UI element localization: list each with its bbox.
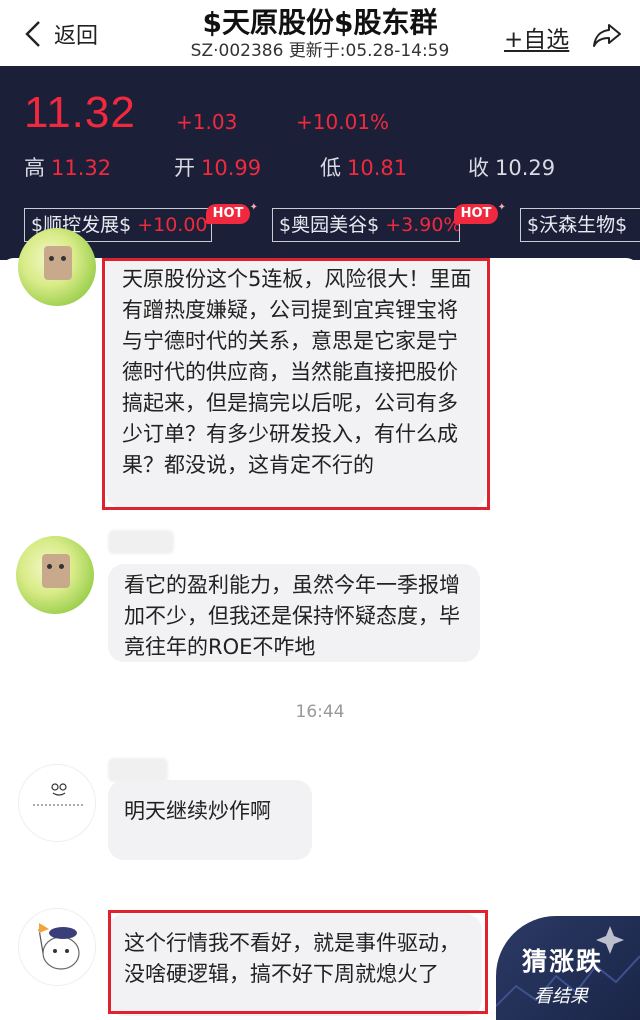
message-bubble: 明天继续炒作啊 — [108, 780, 312, 860]
hot-stock-chip[interactable]: $奥园美谷$ +3.90% — [272, 208, 460, 242]
user-avatar[interactable] — [18, 908, 96, 986]
user-avatar[interactable] — [18, 764, 96, 842]
chevron-left-icon — [25, 21, 40, 47]
chat-timestamp: 16:44 — [295, 702, 345, 722]
message-text: 明天继续炒作啊 — [124, 799, 271, 823]
stat-open-label: 开 — [174, 156, 195, 180]
page-subtitle: SZ·002386 更新于:05.28-14:59 — [190, 41, 450, 61]
highlight-box — [102, 258, 490, 510]
username-blurred — [108, 758, 168, 782]
nav-header: 返回 $天原股份$股东群 SZ·002386 更新于:05.28-14:59 +… — [0, 0, 640, 66]
price-change: +1.03 — [176, 110, 238, 134]
hot-badge: HOT — [206, 198, 258, 224]
hamster-avatar-icon — [38, 923, 80, 970]
stat-close: 收 10.29 — [468, 152, 555, 182]
back-button[interactable]: 返回 — [22, 18, 98, 50]
user-avatar[interactable] — [16, 536, 94, 614]
guess-rise-fall-badge[interactable]: 猜涨跌 看结果 — [496, 916, 640, 1020]
hot-stock-name: $沃森生物$ — [527, 214, 628, 236]
doodle-avatar-icon — [33, 783, 83, 806]
stat-low: 低 10.81 — [320, 152, 407, 182]
badge-subtitle: 看结果 — [534, 986, 588, 1007]
price-change-pct: +10.01% — [296, 110, 390, 134]
badge-title: 猜涨跌 — [522, 947, 604, 976]
stat-close-label: 收 — [468, 156, 489, 180]
stat-open: 开 10.99 — [174, 152, 261, 182]
message-text: 看它的盈利能力，虽然今年一季报增加不少，但我还是保持怀疑态度，毕竟往年的ROE不… — [124, 573, 460, 659]
highlight-box — [108, 910, 488, 1014]
hot-stock-name: $奥园美谷$ — [279, 214, 380, 236]
add-to-watchlist-button[interactable]: +自选 — [504, 20, 569, 54]
user-avatar[interactable] — [18, 228, 96, 306]
stat-high: 高 11.32 — [24, 152, 111, 182]
stat-open-value: 10.99 — [201, 156, 262, 180]
current-price: 11.32 — [24, 88, 136, 137]
page-title: $天原股份$股东群 — [202, 6, 438, 39]
hot-stock-pct: +3.90% — [385, 214, 460, 236]
stat-close-value: 10.29 — [495, 156, 556, 180]
title-block: $天原股份$股东群 SZ·002386 更新于:05.28-14:59 — [150, 6, 490, 62]
stat-high-label: 高 — [24, 156, 45, 180]
stat-low-label: 低 — [320, 156, 341, 180]
back-label: 返回 — [54, 24, 99, 49]
stat-high-value: 11.32 — [51, 156, 112, 180]
share-icon[interactable] — [592, 22, 622, 48]
quote-panel: 11.32 +1.03 +10.01% 高 11.32 开 10.99 低 10.81… — [0, 66, 640, 260]
hot-badge: HOT — [454, 198, 506, 224]
message-bubble: 看它的盈利能力，虽然今年一季报增加不少，但我还是保持怀疑态度，毕竟往年的ROE不… — [108, 564, 480, 662]
stat-low-value: 10.81 — [347, 156, 408, 180]
username-blurred — [108, 530, 174, 554]
hot-stock-pct: +10.00% — [137, 214, 211, 236]
hot-stock-chip[interactable]: $沃森生物$ — [520, 208, 640, 242]
